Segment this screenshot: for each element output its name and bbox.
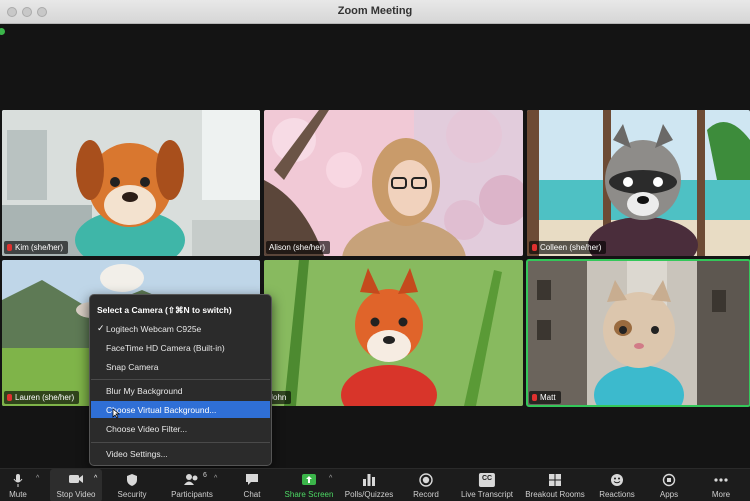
reactions-label: Reactions — [599, 490, 635, 499]
apps-label: Apps — [659, 490, 679, 499]
connection-status-icon — [0, 28, 5, 35]
participant-name: Matt — [540, 393, 556, 402]
avatar-raccoon — [527, 110, 750, 256]
video-options-caret[interactable]: ^ — [94, 475, 97, 482]
video-alison — [264, 110, 523, 256]
camera-menu-header: Select a Camera (⇧⌘N to switch) — [97, 305, 232, 315]
record-button[interactable]: Record — [406, 469, 446, 501]
breakout-rooms-label: Breakout Rooms — [525, 490, 585, 499]
video-camera-icon — [69, 475, 83, 483]
video-tile-alison[interactable]: Alison (she/her) — [264, 110, 523, 256]
mouse-cursor-icon — [112, 409, 120, 419]
zoom-window: Zoom Meeting Kim (she/her) Alison (she/h… — [0, 0, 750, 501]
muted-mic-icon — [7, 394, 12, 401]
share-screen-button[interactable]: Share Screen — [282, 469, 336, 501]
stop-video-label: Stop Video — [56, 490, 96, 499]
participants-count: 6 — [203, 472, 207, 479]
live-transcript-button[interactable]: CC Live Transcript — [456, 469, 518, 501]
blur-background-option[interactable]: Blur My Background — [106, 383, 183, 399]
meeting-toolbar: Mute ^ Stop Video ^ Security 6 Participa… — [0, 468, 750, 501]
mute-label: Mute — [9, 490, 27, 499]
participant-name: Lauren (she/her) — [15, 393, 75, 402]
emoji-icon — [611, 474, 623, 486]
video-tile-colleen[interactable]: Colleen (she/her) — [527, 110, 750, 256]
camera-option-facetime[interactable]: FaceTime HD Camera (Built-in) — [106, 340, 225, 356]
choose-virtual-background-option[interactable]: Choose Virtual Background... — [106, 402, 216, 418]
participant-name: Alison (she/her) — [269, 243, 326, 252]
apps-icon — [662, 473, 676, 487]
title-bar: Zoom Meeting — [0, 0, 750, 24]
share-screen-label: Share Screen — [284, 490, 334, 499]
security-button[interactable]: Security — [110, 469, 154, 501]
mute-options-caret[interactable]: ^ — [36, 475, 39, 482]
muted-mic-icon — [7, 244, 12, 251]
name-tag: Kim (she/her) — [4, 241, 69, 254]
share-options-caret[interactable]: ^ — [329, 475, 332, 482]
breakout-rooms-icon — [549, 474, 561, 486]
muted-mic-icon — [532, 394, 537, 401]
reactions-button[interactable]: Reactions — [596, 469, 638, 501]
live-transcript-label: Live Transcript — [460, 490, 514, 499]
participants-button[interactable]: 6 Participants — [166, 469, 218, 501]
more-dots-icon — [714, 478, 728, 482]
participants-icon — [184, 474, 198, 485]
menu-divider — [91, 379, 270, 380]
video-tile-matt[interactable]: Matt — [526, 259, 750, 407]
avatar-cat — [527, 260, 750, 406]
bar-chart-icon — [363, 474, 375, 486]
name-tag: Matt — [529, 391, 561, 404]
more-label: More — [711, 490, 731, 499]
participants-label: Participants — [171, 490, 213, 499]
breakout-rooms-button[interactable]: Breakout Rooms — [522, 469, 588, 501]
name-tag: Alison (she/her) — [266, 241, 331, 254]
name-tag: Colleen (she/her) — [529, 241, 607, 254]
avatar-dog — [2, 110, 260, 256]
polls-label: Polls/Quizzes — [344, 490, 394, 499]
chat-button[interactable]: Chat — [236, 469, 268, 501]
security-label: Security — [117, 490, 147, 499]
participants-options-caret[interactable]: ^ — [214, 475, 217, 482]
polls-button[interactable]: Polls/Quizzes — [342, 469, 396, 501]
avatar-fox — [264, 260, 523, 406]
video-settings-option[interactable]: Video Settings... — [106, 446, 168, 462]
choose-video-filter-option[interactable]: Choose Video Filter... — [106, 421, 187, 437]
closed-caption-icon: CC — [478, 473, 496, 487]
chat-label: Chat — [243, 490, 261, 499]
microphone-icon — [13, 474, 23, 487]
menu-divider — [91, 442, 270, 443]
camera-option-snap[interactable]: Snap Camera — [106, 359, 158, 375]
checkmark-icon: ✓ — [97, 323, 105, 333]
participant-name: Kim (she/her) — [15, 243, 64, 252]
participant-name: Colleen (she/her) — [540, 243, 602, 252]
shield-icon — [127, 474, 137, 486]
name-tag: Lauren (she/her) — [4, 391, 80, 404]
window-title: Zoom Meeting — [337, 5, 413, 17]
apps-button[interactable]: Apps — [652, 469, 686, 501]
chat-icon — [246, 474, 258, 485]
stop-video-button[interactable]: Stop Video — [50, 469, 102, 501]
record-icon — [419, 473, 433, 487]
more-button[interactable]: More — [704, 469, 738, 501]
video-tile-kim[interactable]: Kim (she/her) — [2, 110, 260, 256]
mute-button[interactable]: Mute — [2, 469, 34, 501]
camera-option-logitech[interactable]: Logitech Webcam C925e — [106, 321, 201, 337]
record-label: Record — [413, 490, 439, 499]
share-screen-icon — [302, 474, 316, 485]
video-tile-john[interactable]: John — [264, 260, 523, 406]
muted-mic-icon — [532, 244, 537, 251]
camera-menu: Select a Camera (⇧⌘N to switch) ✓ Logite… — [89, 294, 272, 466]
